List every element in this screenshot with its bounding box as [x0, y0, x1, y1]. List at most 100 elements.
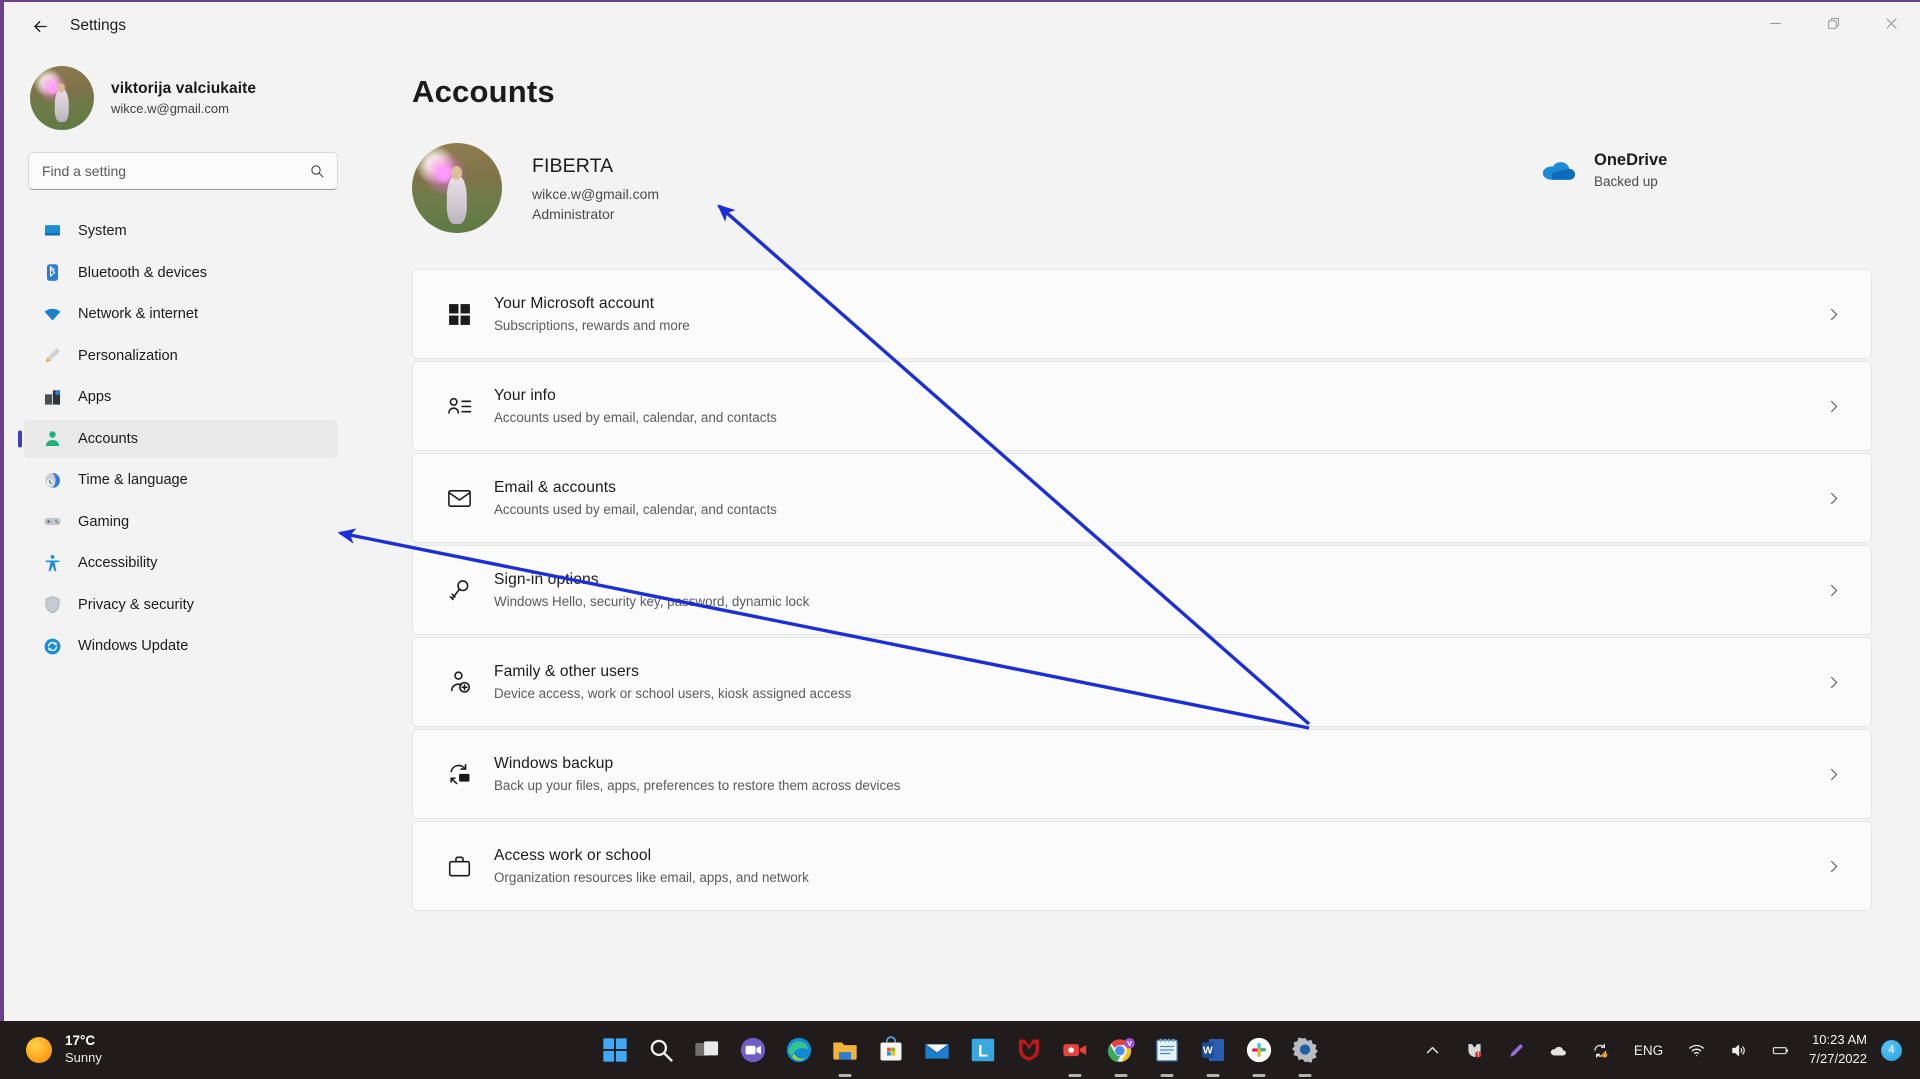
- card-subtitle: Windows Hello, security key, password, d…: [494, 594, 809, 609]
- mcafee-button[interactable]: [1014, 1035, 1044, 1065]
- sidebar-profile[interactable]: viktorija valciukaite wikce.w@gmail.com: [4, 50, 360, 130]
- sidebar-item-label: Apps: [78, 389, 111, 405]
- card-title: Your Microsoft account: [494, 295, 690, 313]
- clock-globe-icon: [42, 470, 62, 490]
- restore-button[interactable]: [1804, 2, 1862, 44]
- sidebar-item-network-internet[interactable]: Network & internet: [24, 295, 338, 333]
- screen-recorder-button[interactable]: [1060, 1035, 1090, 1065]
- apps-icon: [42, 387, 62, 407]
- card-family-other-users[interactable]: Family & other users Device access, work…: [412, 637, 1872, 727]
- search-icon: [309, 163, 325, 179]
- sidebar-item-accounts[interactable]: Accounts: [24, 420, 338, 458]
- onedrive-tray-icon[interactable]: [1544, 1034, 1574, 1066]
- battery-icon[interactable]: [1765, 1034, 1795, 1066]
- onedrive-substatus: Backed up: [1594, 174, 1667, 189]
- window-title: Settings: [70, 17, 126, 35]
- sidebar-item-bluetooth-devices[interactable]: Bluetooth & devices: [24, 254, 338, 292]
- sidebar-item-accessibility[interactable]: Accessibility: [24, 544, 338, 582]
- pen-tray-icon[interactable]: [1502, 1034, 1532, 1066]
- sidebar-item-apps[interactable]: Apps: [24, 378, 338, 416]
- svg-text:L: L: [978, 1042, 988, 1060]
- card-subtitle: Device access, work or school users, kio…: [494, 686, 851, 701]
- card-email-accounts[interactable]: Email & accounts Accounts used by email,…: [412, 453, 1872, 543]
- sidebar-item-privacy-security[interactable]: Privacy & security: [24, 586, 338, 624]
- clock-time: 10:23 AM: [1809, 1031, 1867, 1050]
- sidebar-item-time-language[interactable]: Time & language: [24, 461, 338, 499]
- profile-email: wikce.w@gmail.com: [111, 101, 256, 116]
- word-button[interactable]: W: [1198, 1035, 1228, 1065]
- card-subtitle: Subscriptions, rewards and more: [494, 318, 690, 333]
- card-sign-in-options[interactable]: Sign-in options Windows Hello, security …: [412, 545, 1872, 635]
- card-title: Access work or school: [494, 847, 809, 865]
- gamepad-icon: [42, 512, 62, 532]
- settings-button[interactable]: [1290, 1035, 1320, 1065]
- start-button[interactable]: [600, 1035, 630, 1065]
- teams-button[interactable]: [738, 1035, 768, 1065]
- onedrive-status[interactable]: OneDrive Backed up: [1542, 151, 1667, 189]
- search-input[interactable]: [29, 163, 337, 179]
- bluetooth-icon: [42, 263, 62, 283]
- settings-card-list: Your Microsoft account Subscriptions, re…: [360, 269, 1920, 911]
- card-title: Email & accounts: [494, 479, 777, 497]
- store-button[interactable]: [876, 1035, 906, 1065]
- lightshot-button[interactable]: L: [968, 1035, 998, 1065]
- sidebar: viktorija valciukaite wikce.w@gmail.com: [4, 50, 360, 1023]
- sidebar-item-label: System: [78, 223, 127, 239]
- wifi-icon[interactable]: [1681, 1034, 1711, 1066]
- key-icon: [445, 578, 473, 603]
- backup-icon: [445, 762, 473, 787]
- sidebar-item-label: Gaming: [78, 514, 129, 530]
- chrome-button[interactable]: V: [1106, 1035, 1136, 1065]
- brush-icon: [42, 346, 62, 366]
- chevron-right-icon: [1826, 307, 1841, 322]
- account-header: FIBERTA wikce.w@gmail.com Administrator …: [412, 143, 1920, 233]
- back-button[interactable]: [18, 10, 62, 42]
- weather-condition: Sunny: [65, 1050, 102, 1067]
- card-title: Family & other users: [494, 663, 851, 681]
- sidebar-item-system[interactable]: System: [24, 212, 338, 250]
- shield-icon: [42, 595, 62, 615]
- card-your-microsoft-account[interactable]: Your Microsoft account Subscriptions, re…: [412, 269, 1872, 359]
- sidebar-item-windows-update[interactable]: Windows Update: [24, 627, 338, 665]
- minimize-button[interactable]: [1746, 2, 1804, 44]
- taskbar-apps: L V: [600, 1035, 1320, 1065]
- language-indicator[interactable]: ENG: [1634, 1043, 1663, 1058]
- person-icon: [42, 429, 62, 449]
- card-windows-backup[interactable]: Windows backup Back up your files, apps,…: [412, 729, 1872, 819]
- onedrive-title: OneDrive: [1594, 151, 1667, 170]
- slack-button[interactable]: [1244, 1035, 1274, 1065]
- cloud-icon: [1542, 153, 1576, 187]
- card-title: Your info: [494, 387, 777, 405]
- search-box[interactable]: [28, 152, 338, 190]
- sidebar-item-gaming[interactable]: Gaming: [24, 503, 338, 541]
- chevron-right-icon: [1826, 491, 1841, 506]
- monitor-icon: [42, 221, 62, 241]
- close-button[interactable]: [1862, 2, 1920, 44]
- clock-date: 7/27/2022: [1809, 1050, 1867, 1069]
- sidebar-item-label: Network & internet: [78, 306, 198, 322]
- settings-window: Settings: [0, 0, 1920, 1021]
- chevron-up-icon[interactable]: [1418, 1034, 1448, 1066]
- wifi-icon: [42, 304, 62, 324]
- mail-button[interactable]: [922, 1035, 952, 1065]
- task-view-button[interactable]: [692, 1035, 722, 1065]
- notepad-button[interactable]: [1152, 1035, 1182, 1065]
- file-explorer-button[interactable]: [830, 1035, 860, 1065]
- card-access-work-or-school[interactable]: Access work or school Organization resou…: [412, 821, 1872, 911]
- clock[interactable]: 10:23 AM 7/27/2022: [1809, 1031, 1867, 1069]
- avatar: [30, 66, 94, 130]
- edge-button[interactable]: [784, 1035, 814, 1065]
- notification-badge[interactable]: 4: [1881, 1040, 1902, 1061]
- chevron-right-icon: [1826, 675, 1841, 690]
- mcafee-tray-icon[interactable]: [1460, 1034, 1490, 1066]
- sync-tray-icon[interactable]: [1586, 1034, 1616, 1066]
- card-your-info[interactable]: Your info Accounts used by email, calend…: [412, 361, 1872, 451]
- sidebar-item-personalization[interactable]: Personalization: [24, 337, 338, 375]
- search-button[interactable]: [646, 1035, 676, 1065]
- weather-widget[interactable]: 17°C Sunny: [26, 1033, 102, 1067]
- speaker-icon[interactable]: [1723, 1034, 1753, 1066]
- weather-temperature: 17°C: [65, 1033, 102, 1050]
- window-controls: [1746, 2, 1920, 50]
- sun-icon: [26, 1037, 52, 1063]
- account-avatar[interactable]: [412, 143, 502, 233]
